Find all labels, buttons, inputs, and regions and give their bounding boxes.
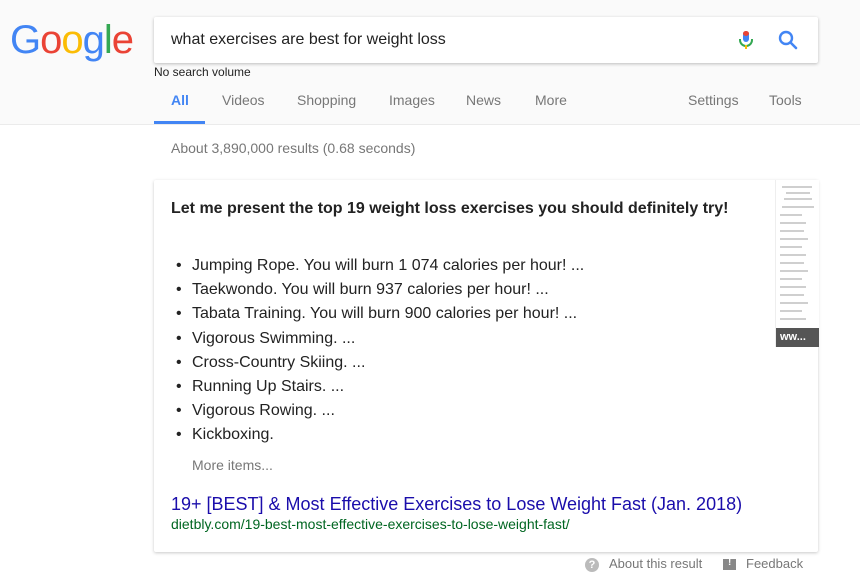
thumbnail-text-line bbox=[780, 238, 808, 240]
logo-letter: o bbox=[61, 18, 83, 62]
result-url: dietbly.com/19-best-most-effective-exerc… bbox=[171, 516, 570, 532]
thumbnail-text-line bbox=[780, 214, 802, 216]
feedback-label: Feedback bbox=[746, 556, 804, 571]
thumbnail-text-line bbox=[780, 286, 806, 288]
about-this-result-link[interactable]: ? About this result bbox=[585, 556, 702, 572]
thumbnail-text-line bbox=[780, 302, 808, 304]
question-icon: ? bbox=[585, 557, 599, 572]
logo-letter: g bbox=[82, 18, 105, 62]
tab-tools[interactable]: Tools bbox=[769, 92, 802, 108]
list-item: Kickboxing. bbox=[174, 423, 584, 447]
thumbnail-text-line bbox=[784, 198, 812, 200]
thumbnail-text-line bbox=[780, 254, 806, 256]
list-item: Jumping Rope. You will burn 1 074 calori… bbox=[174, 254, 584, 278]
tab-more[interactable]: More bbox=[535, 92, 567, 108]
snippet-thumbnail[interactable]: ww... bbox=[775, 180, 819, 347]
active-tab-underline bbox=[154, 121, 205, 124]
logo-letter: e bbox=[111, 18, 134, 62]
tab-news[interactable]: News bbox=[466, 92, 501, 108]
google-logo[interactable]: Google bbox=[10, 18, 134, 62]
thumbnail-text-line bbox=[780, 318, 806, 320]
thumbnail-text-line bbox=[780, 230, 804, 232]
thumbnail-text-line bbox=[780, 294, 804, 296]
thumbnail-text-line bbox=[782, 206, 814, 208]
about-label: About this result bbox=[609, 556, 703, 571]
thumbnail-text-line bbox=[780, 310, 802, 312]
thumbnail-text-line bbox=[780, 270, 808, 272]
snippet-title: Let me present the top 19 weight loss ex… bbox=[171, 200, 729, 217]
list-item: Running Up Stairs. ... bbox=[174, 375, 584, 399]
result-title-link[interactable]: 19+ [BEST] & Most Effective Exercises to… bbox=[171, 494, 742, 515]
thumbnail-text-line bbox=[782, 186, 812, 188]
more-items-link[interactable]: More items... bbox=[192, 457, 273, 473]
microphone-icon[interactable] bbox=[734, 28, 758, 52]
logo-letter: l bbox=[103, 18, 113, 62]
tab-shopping[interactable]: Shopping bbox=[297, 92, 356, 108]
thumbnail-text-line bbox=[786, 192, 810, 194]
list-item: Vigorous Rowing. ... bbox=[174, 399, 584, 423]
tab-settings[interactable]: Settings bbox=[688, 92, 739, 108]
thumbnail-text-line bbox=[780, 246, 802, 248]
search-icon[interactable] bbox=[776, 28, 800, 52]
featured-snippet-card: Let me present the top 19 weight loss ex… bbox=[154, 180, 819, 552]
thumbnail-text-line bbox=[780, 278, 802, 280]
list-item: Taekwondo. You will burn 937 calories pe… bbox=[174, 278, 584, 302]
feedback-link[interactable]: Feedback bbox=[723, 556, 803, 571]
thumbnail-label: ww... bbox=[776, 328, 819, 347]
search-input[interactable]: what exercises are best for weight loss bbox=[171, 31, 446, 49]
thumbnail-text-line bbox=[780, 222, 806, 224]
list-item: Vigorous Swimming. ... bbox=[174, 327, 584, 351]
search-box[interactable]: what exercises are best for weight loss bbox=[154, 17, 818, 63]
tab-all[interactable]: All bbox=[171, 92, 189, 108]
logo-letter: G bbox=[10, 18, 41, 62]
result-stats: About 3,890,000 results (0.68 seconds) bbox=[171, 140, 416, 156]
list-item: Tabata Training. You will burn 900 calor… bbox=[174, 302, 584, 326]
snippet-list: Jumping Rope. You will burn 1 074 calori… bbox=[174, 254, 584, 448]
list-item: Cross-Country Skiing. ... bbox=[174, 351, 584, 375]
thumbnail-text-line bbox=[780, 262, 804, 264]
logo-letter: o bbox=[40, 18, 62, 62]
tab-bar: All Videos Shopping Images News More Set… bbox=[0, 92, 860, 124]
tab-videos[interactable]: Videos bbox=[222, 92, 265, 108]
feedback-icon bbox=[723, 557, 736, 571]
search-volume-note: No search volume bbox=[154, 65, 251, 79]
tab-images[interactable]: Images bbox=[389, 92, 435, 108]
